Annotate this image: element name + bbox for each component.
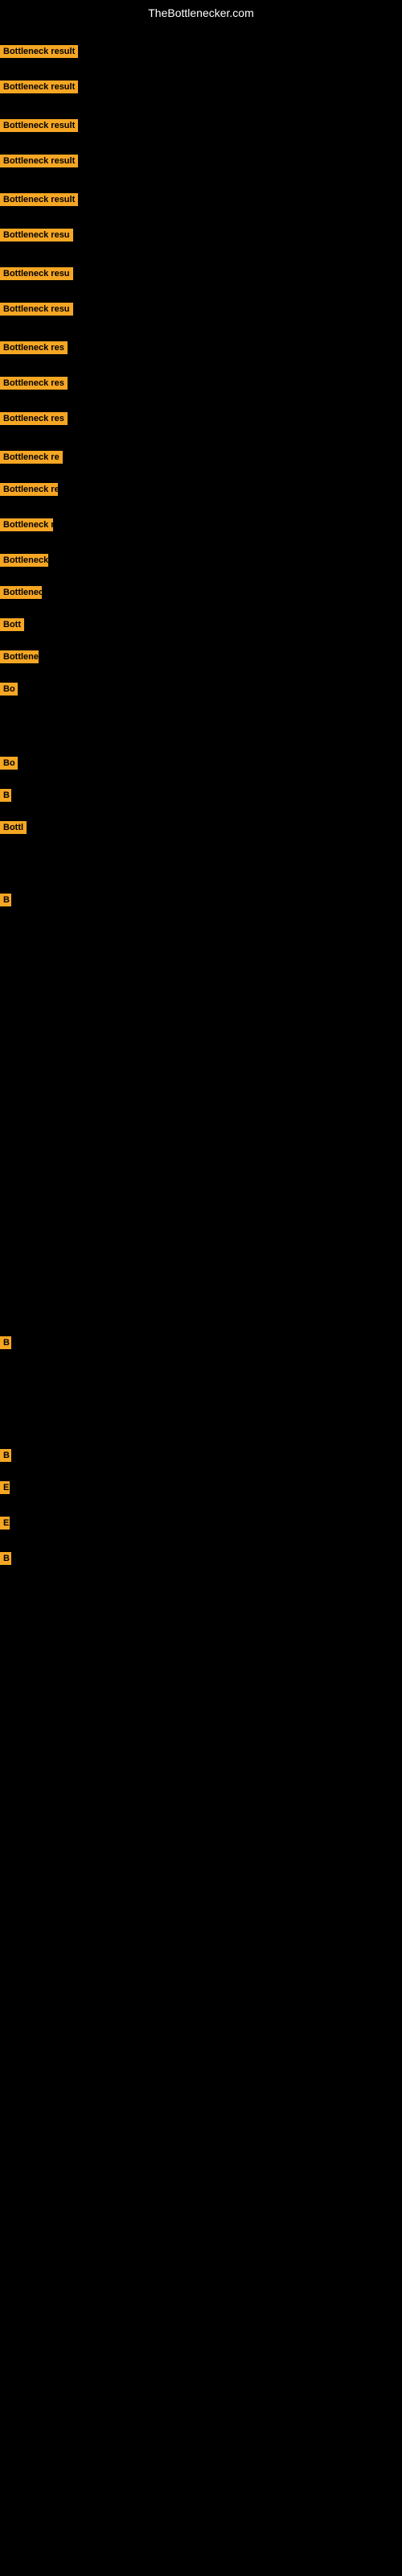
bottleneck-result-label-8: Bottleneck resu [0,303,73,316]
bottleneck-result-label-11: Bottleneck res [0,412,68,425]
bottleneck-result-label-2: Bottleneck result [0,80,78,93]
bottleneck-result-label-16: Bottlenec [0,586,42,599]
bottleneck-result-label-22: Bottl [0,821,27,834]
bottleneck-result-label-19: Bo [0,683,18,696]
bottleneck-result-label-9: Bottleneck res [0,341,68,354]
bottleneck-result-label-15: Bottleneck re [0,554,48,567]
bottleneck-result-label-18: Bottlene [0,650,39,663]
bottleneck-result-label-20: Bo [0,757,18,770]
bottleneck-result-label-28: B [0,1552,11,1565]
bottleneck-result-label-14: Bottleneck re [0,518,53,531]
bottleneck-result-label-7: Bottleneck resu [0,267,73,280]
bottleneck-result-label-23: B [0,894,11,906]
bottleneck-result-label-24: B [0,1336,11,1349]
bottleneck-result-label-21: B [0,789,11,802]
bottleneck-result-label-1: Bottleneck result [0,45,78,58]
bottleneck-result-label-3: Bottleneck result [0,119,78,132]
bottleneck-result-label-5: Bottleneck result [0,193,78,206]
bottleneck-result-label-17: Bott [0,618,24,631]
bottleneck-result-label-13: Bottleneck re [0,483,58,496]
bottleneck-result-label-26: E [0,1481,10,1494]
bottleneck-result-label-25: B [0,1449,11,1462]
bottleneck-result-label-27: E [0,1517,10,1530]
bottleneck-result-label-12: Bottleneck re [0,451,63,464]
bottleneck-result-label-4: Bottleneck result [0,155,78,167]
bottleneck-result-label-10: Bottleneck res [0,377,68,390]
bottleneck-result-label-6: Bottleneck resu [0,229,73,242]
